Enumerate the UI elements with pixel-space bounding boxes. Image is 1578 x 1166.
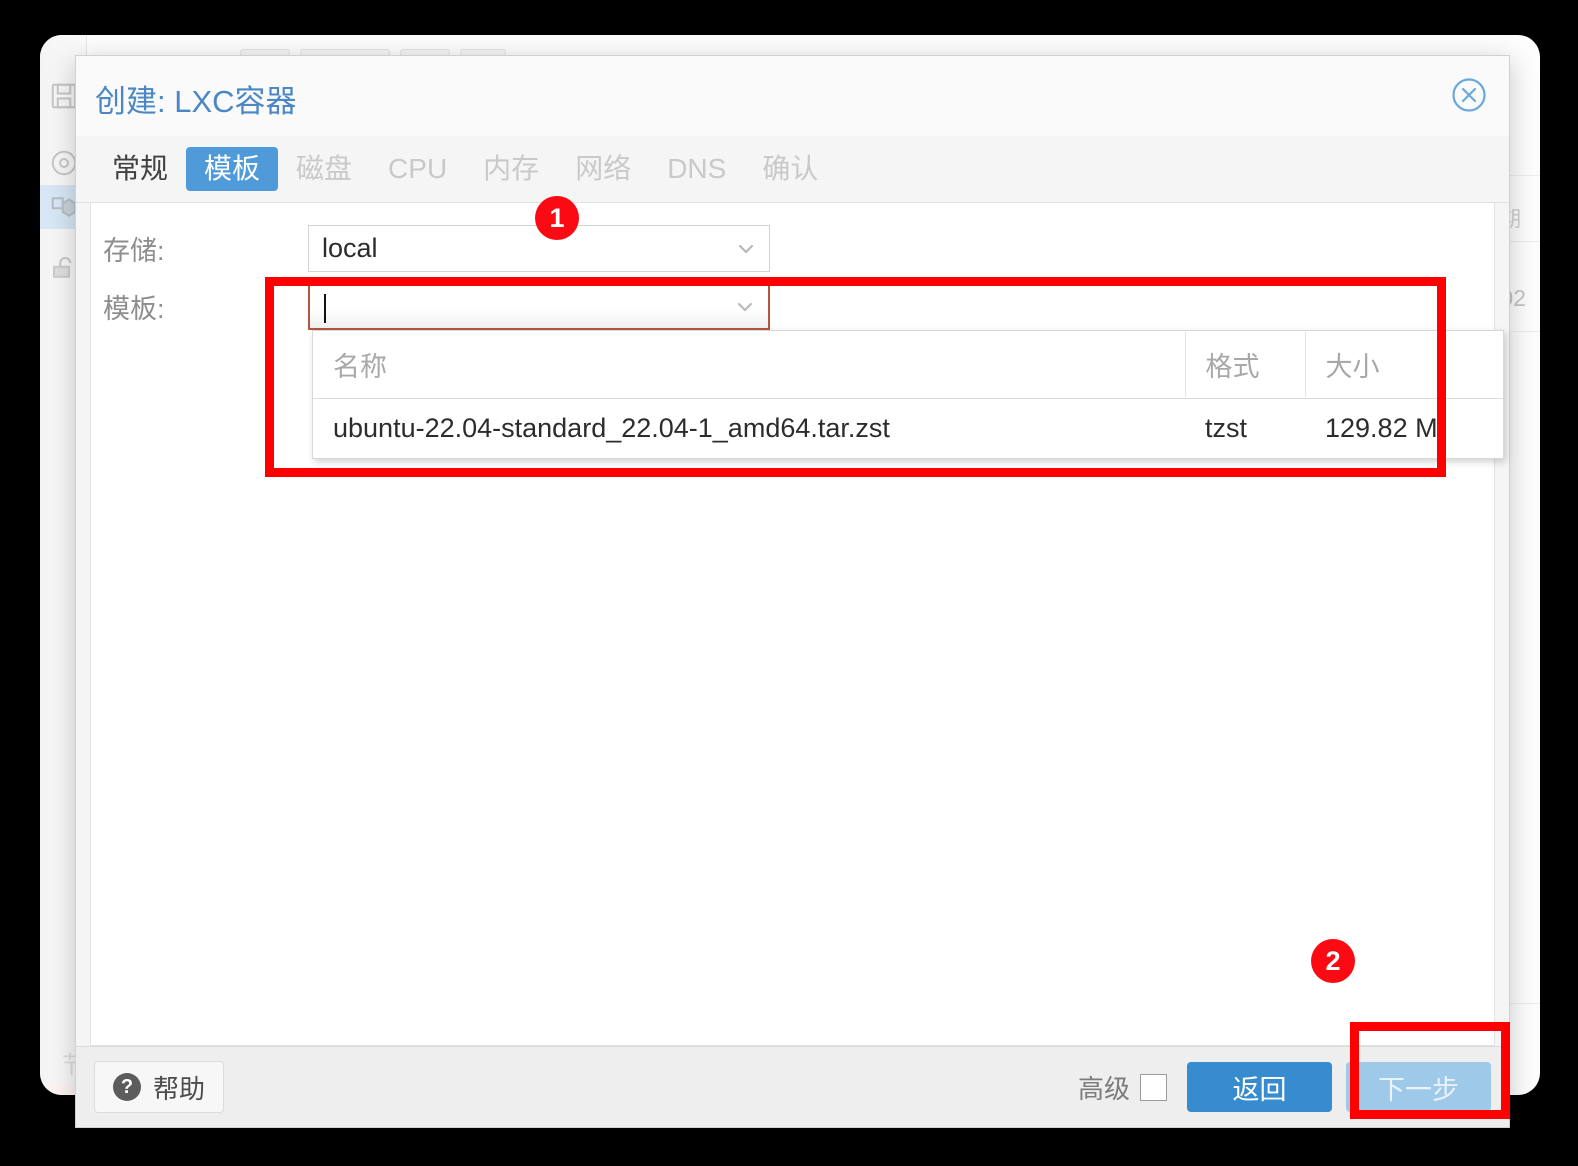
- column-header-format[interactable]: 格式: [1185, 331, 1306, 399]
- cell-template-format: tzst: [1185, 398, 1305, 458]
- dialog-tab-bar: 常规 模板 磁盘 CPU 内存 网络 DNS 确认: [76, 136, 1509, 203]
- tab-template[interactable]: 模板: [186, 147, 279, 191]
- cell-template-name: ubuntu-22.04-standard_22.04-1_amd64.tar.…: [313, 398, 1185, 458]
- column-header-size[interactable]: 大小: [1305, 331, 1446, 399]
- template-field-row: 模板:: [103, 283, 770, 330]
- storage-label: 存储:: [103, 236, 165, 266]
- tab-memory[interactable]: 内存: [465, 147, 557, 191]
- back-button[interactable]: 返回: [1187, 1062, 1332, 1112]
- help-button-label: 帮助: [153, 1073, 206, 1104]
- advanced-toggle[interactable]: 高级: [1078, 1069, 1167, 1106]
- tab-confirm[interactable]: 确认: [744, 147, 836, 191]
- column-header-pad: [1445, 331, 1503, 399]
- question-circle-icon: ?: [113, 1073, 141, 1101]
- dialog-body: 存储: local 模板: 名称 格式 大小 ubuntu-22.04-stan…: [90, 203, 1504, 1046]
- storage-select[interactable]: local: [308, 225, 770, 272]
- template-label: 模板:: [103, 294, 165, 324]
- screen: 日期 202 节点 ove 创建: LXC容器 常规 模板 磁盘 CPU 内存 …: [0, 0, 1578, 1166]
- storage-value: local: [322, 233, 378, 263]
- template-input[interactable]: [310, 290, 715, 323]
- tab-network[interactable]: 网络: [557, 147, 649, 191]
- tab-general[interactable]: 常规: [94, 147, 186, 191]
- next-button: 下一步: [1346, 1062, 1491, 1112]
- dialog-footer: ? 帮助 高级 返回 下一步: [76, 1046, 1509, 1127]
- tab-dns[interactable]: DNS: [649, 147, 744, 191]
- dialog-title: 创建: LXC容器: [95, 84, 297, 119]
- table-header-row: 名称 格式 大小: [313, 331, 1503, 399]
- text-caret: [324, 294, 326, 323]
- chevron-down-icon: [735, 238, 757, 260]
- column-header-name[interactable]: 名称: [313, 331, 1186, 399]
- cell-template-size: 129.82 MB: [1305, 398, 1445, 458]
- advanced-checkbox[interactable]: [1140, 1073, 1167, 1101]
- template-dropdown-list[interactable]: 名称 格式 大小 ubuntu-22.04-standard_22.04-1_a…: [312, 330, 1504, 459]
- advanced-label: 高级: [1077, 1073, 1130, 1104]
- help-button[interactable]: ? 帮助: [94, 1061, 225, 1113]
- chevron-down-icon: [734, 296, 756, 318]
- table-row[interactable]: ubuntu-22.04-standard_22.04-1_amd64.tar.…: [313, 398, 1503, 458]
- close-circle-icon[interactable]: [1450, 76, 1488, 114]
- storage-field-row: 存储: local: [103, 225, 770, 272]
- dialog-header: 创建: LXC容器: [76, 56, 1509, 136]
- tab-disk[interactable]: 磁盘: [278, 147, 370, 191]
- tab-cpu[interactable]: CPU: [370, 147, 465, 191]
- template-table: 名称 格式 大小 ubuntu-22.04-standard_22.04-1_a…: [313, 331, 1503, 458]
- annotation-badge-2: 2: [1311, 939, 1355, 983]
- footer-actions: 高级 返回 下一步: [1078, 1047, 1491, 1127]
- cell-template-pad: [1445, 398, 1503, 458]
- create-lxc-container-dialog: 创建: LXC容器 常规 模板 磁盘 CPU 内存 网络 DNS 确认 存储:: [75, 55, 1510, 1128]
- annotation-badge-1: 1: [535, 196, 579, 240]
- template-select[interactable]: [308, 283, 770, 330]
